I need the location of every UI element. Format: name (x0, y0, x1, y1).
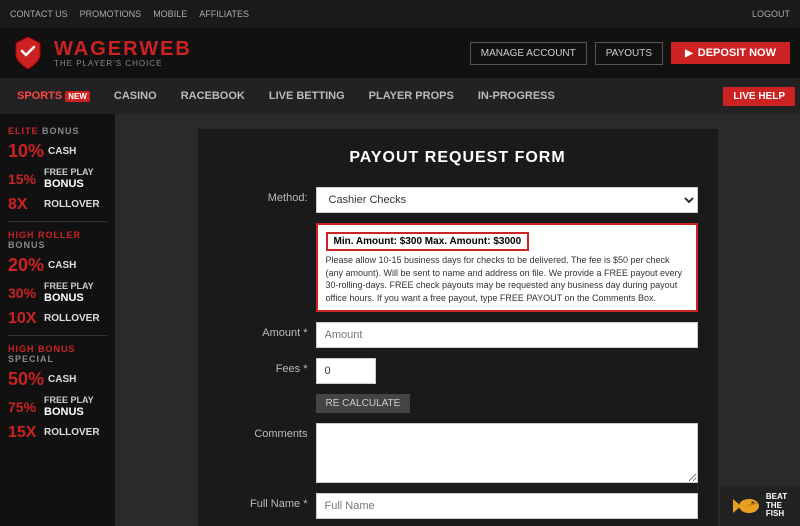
fullname-row: Full Name * (218, 493, 698, 519)
main-content: PAYOUT REQUEST FORM Method: Cashier Chec… (115, 114, 800, 526)
hr-cash-pct: 20% (8, 255, 44, 276)
hb-freeplay-label: FREE PLAYBONUS (44, 396, 94, 418)
btf-badge: BEATTHEFISH (720, 486, 800, 526)
fees-label: Fees * (218, 358, 308, 375)
hb-cash-pct: 50% (8, 369, 44, 390)
sidebar-hb-cash: 50% CASH (0, 366, 115, 393)
play-icon: ▶ (685, 48, 693, 59)
logo-area: WAGERWEB THE PLAYER'S CHOICE (10, 35, 192, 71)
recalc-placeholder-label (218, 394, 308, 399)
logo-name: WAGERWEB (54, 39, 192, 59)
live-help-button[interactable]: LIVE HELP (723, 87, 795, 106)
sidebar-hr-freeplay: 30% FREE PLAYBONUS (0, 279, 115, 307)
logo-subtitle: THE PLAYER'S CHOICE (54, 59, 192, 68)
elite-bonus-title: ELITE BONUS (0, 122, 115, 138)
recalculate-button[interactable]: RE CALCULATE (316, 394, 411, 413)
mobile-link[interactable]: MOBILE (153, 9, 187, 19)
comments-label: Comments (218, 423, 308, 440)
hr-rollover-label: ROLLOVER (44, 313, 100, 324)
sidebar-elite-cash: 10% CASH (0, 138, 115, 165)
fullname-input[interactable] (316, 493, 698, 519)
sidebar-divider-1 (8, 221, 107, 222)
form-container: PAYOUT REQUEST FORM Method: Cashier Chec… (198, 129, 718, 526)
nav-player-props[interactable]: PLAYER PROPS (357, 78, 466, 114)
elite-cash-pct: 10% (8, 141, 44, 162)
header: WAGERWEB THE PLAYER'S CHOICE MANAGE ACCO… (0, 28, 800, 78)
method-row: Method: Cashier Checks (218, 187, 698, 213)
hb-cash-label: CASH (48, 374, 76, 385)
hr-cash-label: CASH (48, 260, 76, 271)
payouts-button[interactable]: PAYOUTS (595, 42, 663, 65)
hr-freeplay-label: FREE PLAYBONUS (44, 282, 94, 304)
hb-freeplay-pct: 75% (8, 399, 40, 415)
nav-sports[interactable]: SPORTS NEW (5, 78, 102, 114)
min-max-badge: Min. Amount: $300 Max. Amount: $3000 (326, 232, 530, 251)
amount-label: Amount * (218, 322, 308, 339)
info-row: Min. Amount: $300 Max. Amount: $3000 Ple… (218, 223, 698, 312)
nav-racebook[interactable]: RACEBOOK (169, 78, 257, 114)
main-layout: ELITE BONUS 10% CASH 15% FREE PLAYBONUS … (0, 114, 800, 526)
logo-icon (10, 35, 46, 71)
fish-icon (733, 495, 763, 517)
sidebar-elite-rollover: 8X ROLLOVER (0, 193, 115, 217)
method-label: Method: (218, 187, 308, 204)
nav-in-progress[interactable]: IN-PROGRESS (466, 78, 567, 114)
elite-rollover-pct: 8X (8, 196, 40, 214)
amount-row: Amount * (218, 322, 698, 348)
fees-row: Fees * (218, 358, 698, 384)
hr-freeplay-pct: 30% (8, 285, 40, 301)
sidebar-hb-freeplay: 75% FREE PLAYBONUS (0, 393, 115, 421)
manage-account-button[interactable]: MANAGE ACCOUNT (470, 42, 587, 65)
top-bar: CONTACT US PROMOTIONS MOBILE AFFILIATES … (0, 0, 800, 28)
nav-live-betting[interactable]: LIVE BETTING (257, 78, 357, 114)
deposit-button[interactable]: ▶ DEPOSIT NOW (671, 42, 790, 64)
fees-input[interactable] (316, 358, 376, 384)
sidebar: ELITE BONUS 10% CASH 15% FREE PLAYBONUS … (0, 114, 115, 526)
top-bar-links: CONTACT US PROMOTIONS MOBILE AFFILIATES (10, 9, 249, 19)
header-right: MANAGE ACCOUNT PAYOUTS ▶ DEPOSIT NOW (470, 42, 790, 65)
btf-text: BEATTHEFISH (766, 493, 787, 519)
recalculate-row: RE CALCULATE (218, 394, 698, 413)
hb-rollover-pct: 15X (8, 424, 40, 442)
nav-casino[interactable]: CASINO (102, 78, 169, 114)
affiliates-link[interactable]: AFFILIATES (199, 9, 249, 19)
sidebar-hr-cash: 20% CASH (0, 252, 115, 279)
info-placeholder-label (218, 223, 308, 228)
deposit-label: DEPOSIT NOW (698, 47, 776, 59)
hb-rollover-label: ROLLOVER (44, 427, 100, 438)
logout-button[interactable]: LOGOUT (752, 9, 790, 19)
nav-bar: SPORTS NEW CASINO RACEBOOK LIVE BETTING … (0, 78, 800, 114)
comments-input[interactable] (316, 423, 698, 483)
elite-rollover-label: ROLLOVER (44, 199, 100, 210)
info-box: Min. Amount: $300 Max. Amount: $3000 Ple… (316, 223, 698, 312)
elite-cash-label: CASH (48, 146, 76, 157)
contact-us-link[interactable]: CONTACT US (10, 9, 68, 19)
info-text: Please allow 10-15 business days for che… (326, 254, 688, 304)
high-roller-title: HIGH ROLLER BONUS (0, 226, 115, 252)
form-title: PAYOUT REQUEST FORM (218, 149, 698, 167)
sidebar-hr-rollover: 10X ROLLOVER (0, 307, 115, 331)
comments-row: Comments (218, 423, 698, 483)
promotions-link[interactable]: PROMOTIONS (80, 9, 142, 19)
high-bonus-title: HIGH BONUS SPECIAL (0, 340, 115, 366)
sidebar-hb-rollover: 15X ROLLOVER (0, 421, 115, 445)
sidebar-divider-2 (8, 335, 107, 336)
elite-freeplay-pct: 15% (8, 171, 40, 187)
logo-text: WAGERWEB THE PLAYER'S CHOICE (54, 39, 192, 68)
sidebar-elite-freeplay: 15% FREE PLAYBONUS (0, 165, 115, 193)
sports-new-badge: NEW (65, 91, 90, 102)
elite-freeplay-label: FREE PLAYBONUS (44, 168, 94, 190)
fullname-label: Full Name * (218, 493, 308, 510)
hr-rollover-pct: 10X (8, 310, 40, 328)
amount-input[interactable] (316, 322, 698, 348)
method-select[interactable]: Cashier Checks (316, 187, 698, 213)
